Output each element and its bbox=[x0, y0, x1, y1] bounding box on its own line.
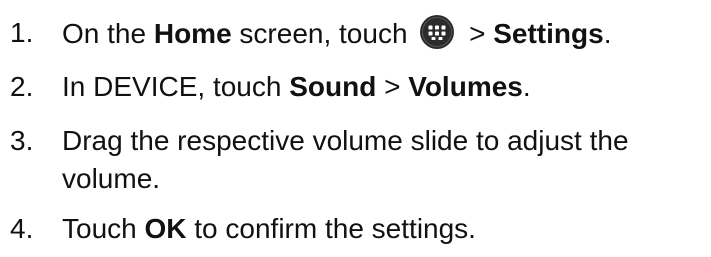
ok-label: OK bbox=[144, 213, 187, 244]
step-text: Drag the respective volume slide to adju… bbox=[62, 125, 629, 194]
step-text-segment: > bbox=[461, 18, 494, 49]
step-text-segment: screen, touch bbox=[231, 18, 416, 49]
step-text-segment: . bbox=[522, 71, 531, 102]
step-text: Touch OK to confirm the settings. bbox=[62, 210, 476, 248]
step-text: In DEVICE, touch Sound > Volumes. bbox=[62, 68, 531, 106]
step-text-segment: . bbox=[603, 18, 612, 49]
step-text-segment: to confirm the settings. bbox=[186, 213, 476, 244]
step-text: On the Home screen, touch > Settings. bbox=[62, 14, 611, 53]
home-label: Home bbox=[153, 18, 232, 49]
step-text-segment: In DEVICE, touch bbox=[62, 71, 290, 102]
step-number: 2. bbox=[10, 71, 34, 102]
sound-label: Sound bbox=[289, 71, 377, 102]
step-text-segment: Touch bbox=[62, 213, 145, 244]
step-text-segment: On the bbox=[62, 18, 154, 49]
apps-grid-icon bbox=[419, 14, 455, 50]
step-number: 3. bbox=[10, 125, 34, 156]
step-number: 1. bbox=[10, 17, 34, 48]
step-number: 4. bbox=[10, 213, 34, 244]
step-text-segment: > bbox=[376, 71, 409, 102]
volumes-label: Volumes bbox=[408, 71, 523, 102]
instruction-list: 1. On the Home screen, touch > Settings.… bbox=[0, 0, 711, 257]
settings-label: Settings bbox=[493, 18, 604, 49]
